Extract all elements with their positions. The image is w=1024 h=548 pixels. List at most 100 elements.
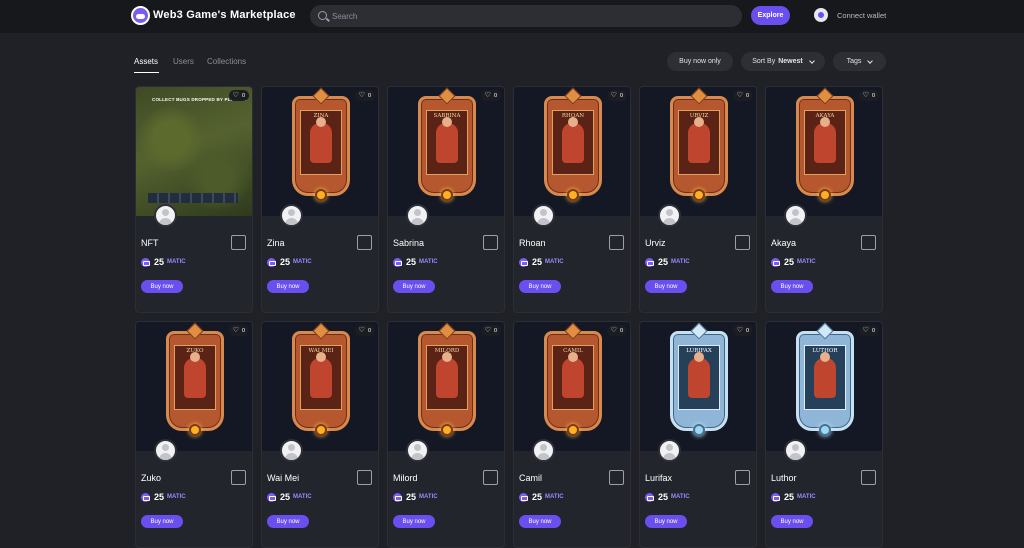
avatar[interactable] — [658, 439, 681, 462]
asset-image[interactable]: COLLECT BUGS DROPPED BY PLAYERS — [136, 87, 252, 216]
asset-card[interactable]: SABRINA ♡ 0 Sabrina 25 MATIC Buy now — [387, 86, 505, 313]
asset-name[interactable]: Rhoan — [519, 238, 546, 248]
tab-users[interactable]: Users — [173, 57, 194, 66]
select-checkbox[interactable] — [609, 470, 624, 485]
asset-name[interactable]: Sabrina — [393, 238, 424, 248]
select-checkbox[interactable] — [609, 235, 624, 250]
search-input[interactable] — [332, 8, 732, 24]
buy-now-button[interactable]: Buy now — [267, 280, 309, 293]
tab-assets[interactable]: Assets — [134, 57, 158, 66]
price-currency: MATIC — [419, 259, 438, 265]
select-checkbox[interactable] — [861, 235, 876, 250]
like-button[interactable]: ♡ 0 — [732, 90, 753, 101]
avatar[interactable] — [280, 204, 303, 227]
select-checkbox[interactable] — [231, 470, 246, 485]
buy-now-button[interactable]: Buy now — [393, 280, 435, 293]
wallet-icon[interactable] — [814, 8, 828, 22]
asset-card[interactable]: AKAYA ♡ 0 Akaya 25 MATIC Buy now — [765, 86, 883, 313]
asset-name[interactable]: Akaya — [771, 238, 796, 248]
brand-title[interactable]: Web3 Game's Marketplace — [153, 9, 296, 21]
select-checkbox[interactable] — [735, 235, 750, 250]
select-checkbox[interactable] — [357, 470, 372, 485]
asset-card[interactable]: MILORD ♡ 0 Milord 25 MATIC Buy now — [387, 321, 505, 548]
asset-image[interactable]: WAI MEI — [262, 322, 378, 451]
logo-icon[interactable] — [131, 6, 150, 25]
chevron-down-icon — [808, 57, 815, 64]
like-button[interactable]: ♡ 0 — [480, 325, 501, 336]
asset-card[interactable]: LURIFAX ♡ 0 Lurifax 25 MATIC Buy now — [639, 321, 757, 548]
buy-now-button[interactable]: Buy now — [519, 280, 561, 293]
avatar[interactable] — [784, 439, 807, 462]
buy-now-button[interactable]: Buy now — [645, 515, 687, 528]
asset-image[interactable]: LURIFAX — [640, 322, 756, 451]
asset-name[interactable]: Wai Mei — [267, 473, 299, 483]
asset-name[interactable]: NFT — [141, 238, 159, 248]
explore-button[interactable]: Explore — [751, 6, 790, 25]
like-button[interactable]: ♡ 0 — [480, 90, 501, 101]
asset-name[interactable]: Lurifax — [645, 473, 672, 483]
buy-now-button[interactable]: Buy now — [519, 515, 561, 528]
asset-name[interactable]: Zuko — [141, 473, 161, 483]
asset-card[interactable]: LUTHOR ♡ 0 Luthor 25 MATIC Buy now — [765, 321, 883, 548]
asset-name[interactable]: Zina — [267, 238, 285, 248]
avatar[interactable] — [784, 204, 807, 227]
select-checkbox[interactable] — [861, 470, 876, 485]
avatar[interactable] — [406, 204, 429, 227]
buy-now-button[interactable]: Buy now — [645, 280, 687, 293]
avatar[interactable] — [154, 439, 177, 462]
avatar[interactable] — [658, 204, 681, 227]
asset-image[interactable]: Camil — [514, 322, 630, 451]
like-button[interactable]: ♡ 0 — [354, 90, 375, 101]
asset-image[interactable]: LUTHOR — [766, 322, 882, 451]
like-button[interactable]: ♡ 0 — [354, 325, 375, 336]
select-checkbox[interactable] — [483, 470, 498, 485]
asset-name[interactable]: Luthor — [771, 473, 797, 483]
asset-card[interactable]: Camil ♡ 0 Camil 25 MATIC Buy now — [513, 321, 631, 548]
asset-card[interactable]: Zina ♡ 0 Zina 25 MATIC Buy now — [261, 86, 379, 313]
like-button[interactable]: ♡ 0 — [228, 325, 249, 336]
avatar[interactable] — [280, 439, 303, 462]
hero-portrait: Camil — [552, 345, 594, 410]
avatar[interactable] — [532, 204, 555, 227]
sort-dropdown[interactable]: Sort By Newest — [741, 52, 825, 71]
asset-image[interactable]: URVIZ — [640, 87, 756, 216]
asset-image[interactable]: SABRINA — [388, 87, 504, 216]
avatar[interactable] — [406, 439, 429, 462]
asset-card[interactable]: COLLECT BUGS DROPPED BY PLAYERS ♡ 0 NFT … — [135, 86, 253, 313]
avatar[interactable] — [532, 439, 555, 462]
connect-wallet-link[interactable]: Connect wallet — [837, 11, 886, 20]
tab-collections[interactable]: Collections — [207, 57, 246, 66]
like-button[interactable]: ♡ 0 — [858, 90, 879, 101]
select-checkbox[interactable] — [357, 235, 372, 250]
avatar[interactable] — [154, 204, 177, 227]
asset-card[interactable]: WAI MEI ♡ 0 Wai Mei 25 MATIC Buy now — [261, 321, 379, 548]
asset-image[interactable]: AKAYA — [766, 87, 882, 216]
asset-image[interactable]: ZUKO — [136, 322, 252, 451]
buy-now-button[interactable]: Buy now — [393, 515, 435, 528]
like-button[interactable]: ♡ 0 — [606, 90, 627, 101]
like-button[interactable]: ♡ 0 — [858, 325, 879, 336]
buy-now-button[interactable]: Buy now — [141, 515, 183, 528]
tags-dropdown[interactable]: Tags — [833, 52, 886, 71]
asset-name[interactable]: Camil — [519, 473, 542, 483]
buy-now-button[interactable]: Buy now — [141, 280, 183, 293]
asset-card[interactable]: URVIZ ♡ 0 Urviz 25 MATIC Buy now — [639, 86, 757, 313]
select-checkbox[interactable] — [735, 470, 750, 485]
buy-now-button[interactable]: Buy now — [267, 515, 309, 528]
asset-name[interactable]: Milord — [393, 473, 418, 483]
buy-now-only-filter[interactable]: Buy now only — [667, 52, 733, 71]
buy-now-button[interactable]: Buy now — [771, 515, 813, 528]
search-bar[interactable] — [310, 5, 742, 27]
asset-card[interactable]: ZUKO ♡ 0 Zuko 25 MATIC Buy now — [135, 321, 253, 548]
like-button[interactable]: ♡ 0 — [732, 325, 753, 336]
select-checkbox[interactable] — [231, 235, 246, 250]
like-button[interactable]: ♡ 0 — [228, 90, 249, 101]
select-checkbox[interactable] — [483, 235, 498, 250]
asset-card[interactable]: RHOAN ♡ 0 Rhoan 25 MATIC Buy now — [513, 86, 631, 313]
asset-image[interactable]: Zina — [262, 87, 378, 216]
buy-now-button[interactable]: Buy now — [771, 280, 813, 293]
asset-image[interactable]: RHOAN — [514, 87, 630, 216]
like-button[interactable]: ♡ 0 — [606, 325, 627, 336]
asset-image[interactable]: MILORD — [388, 322, 504, 451]
asset-name[interactable]: Urviz — [645, 238, 666, 248]
